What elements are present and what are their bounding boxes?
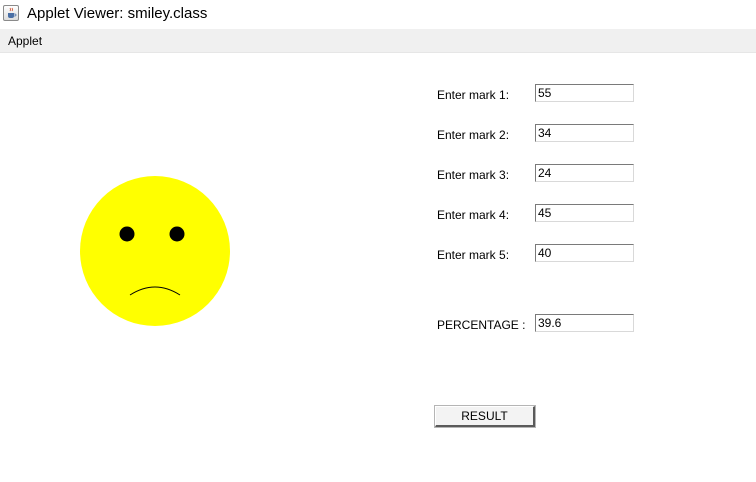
mark-2-label: Enter mark 2: <box>437 128 510 142</box>
left-eye <box>119 226 135 242</box>
mark-2-field[interactable] <box>535 124 634 142</box>
mark-5-field[interactable] <box>535 244 634 262</box>
mark-3-field[interactable] <box>535 164 634 182</box>
mark-4-field[interactable] <box>535 204 634 222</box>
result-button[interactable]: RESULT <box>434 405 536 428</box>
mark-5-label: Enter mark 5: <box>437 248 510 262</box>
mark-1-field[interactable] <box>535 84 634 102</box>
sad-face-icon <box>80 176 230 326</box>
window-titlebar: Applet Viewer: smiley.class <box>0 0 756 29</box>
menu-bar: Applet <box>0 29 756 53</box>
applet-panel: Enter mark 1: Enter mark 2: Enter mark 3… <box>0 53 756 482</box>
window-title: Applet Viewer: smiley.class <box>27 5 208 22</box>
face-circle <box>80 176 230 326</box>
mark-4-label: Enter mark 4: <box>437 208 510 222</box>
percentage-label: PERCENTAGE : <box>437 318 526 332</box>
percentage-field[interactable] <box>535 314 634 332</box>
right-eye <box>169 226 185 242</box>
mark-3-label: Enter mark 3: <box>437 168 510 182</box>
menu-applet[interactable]: Applet <box>8 34 42 48</box>
java-coffee-icon[interactable] <box>3 5 19 21</box>
mark-1-label: Enter mark 1: <box>437 88 510 102</box>
